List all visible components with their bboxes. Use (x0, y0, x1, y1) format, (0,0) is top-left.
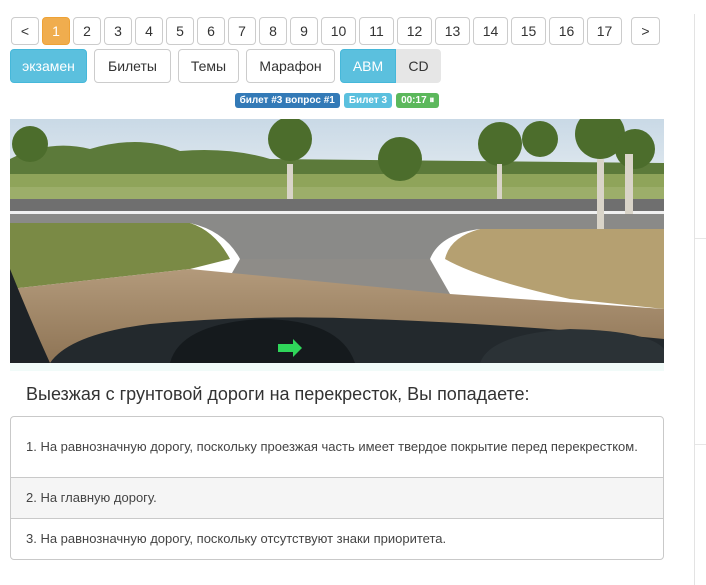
category-toggle: ABM CD (340, 49, 441, 83)
page-button-16[interactable]: 16 (549, 17, 584, 45)
page-button-3[interactable]: 3 (104, 17, 132, 45)
page-button-10[interactable]: 10 (321, 17, 356, 45)
answer-option-1[interactable]: 1. На равнозначную дорогу, поскольку про… (11, 417, 663, 478)
category-cd-button[interactable]: CD (396, 49, 441, 83)
answer-list: 1. На равнозначную дорогу, поскольку про… (10, 416, 664, 560)
question-text: Выезжая с грунтовой дороги на перекресто… (26, 384, 530, 404)
page-button-2[interactable]: 2 (73, 17, 101, 45)
mode-toolbar: экзамен Билеты Темы Марафон ABM CD (10, 49, 441, 83)
page-button-6[interactable]: 6 (197, 17, 225, 45)
timer-badge[interactable]: 00:17 ⏸ (396, 93, 440, 108)
ticket-question-badge: билет #3 вопрос #1 (234, 93, 340, 108)
page-button-5[interactable]: 5 (166, 17, 194, 45)
page-button-4[interactable]: 4 (135, 17, 163, 45)
page-button-9[interactable]: 9 (290, 17, 318, 45)
page-button-8[interactable]: 8 (259, 17, 287, 45)
image-footer-strip (10, 363, 664, 371)
page-button-7[interactable]: 7 (228, 17, 256, 45)
page-button-12[interactable]: 12 (397, 17, 432, 45)
topics-mode-button[interactable]: Темы (178, 49, 239, 83)
prev-page-button[interactable]: < (11, 17, 39, 45)
exam-mode-button[interactable]: экзамен (10, 49, 87, 83)
question-image (10, 119, 664, 363)
answer-option-2[interactable]: 2. На главную дорогу. (11, 478, 663, 519)
ticket-badge: Билет 3 (343, 93, 393, 108)
status-badges: билет #3 вопрос #1 Билет 3 00:17 ⏸ (0, 93, 674, 108)
right-sidebar-edge (694, 14, 706, 585)
answer-option-3[interactable]: 3. На равнозначную дорогу, поскольку отс… (11, 519, 663, 559)
page-button-15[interactable]: 15 (511, 17, 546, 45)
question-pagination: < 1 2 3 4 5 6 7 8 9 10 11 12 13 14 15 16… (11, 17, 660, 47)
marathon-mode-button[interactable]: Марафон (246, 49, 335, 83)
page-button-17[interactable]: 17 (587, 17, 622, 45)
page-button-14[interactable]: 14 (473, 17, 508, 45)
page-button-11[interactable]: 11 (359, 17, 394, 45)
category-abm-button[interactable]: ABM (340, 49, 396, 83)
tickets-mode-button[interactable]: Билеты (94, 49, 171, 83)
next-page-button[interactable]: > (631, 17, 660, 45)
page-button-1[interactable]: 1 (42, 17, 70, 45)
page-button-13[interactable]: 13 (435, 17, 470, 45)
